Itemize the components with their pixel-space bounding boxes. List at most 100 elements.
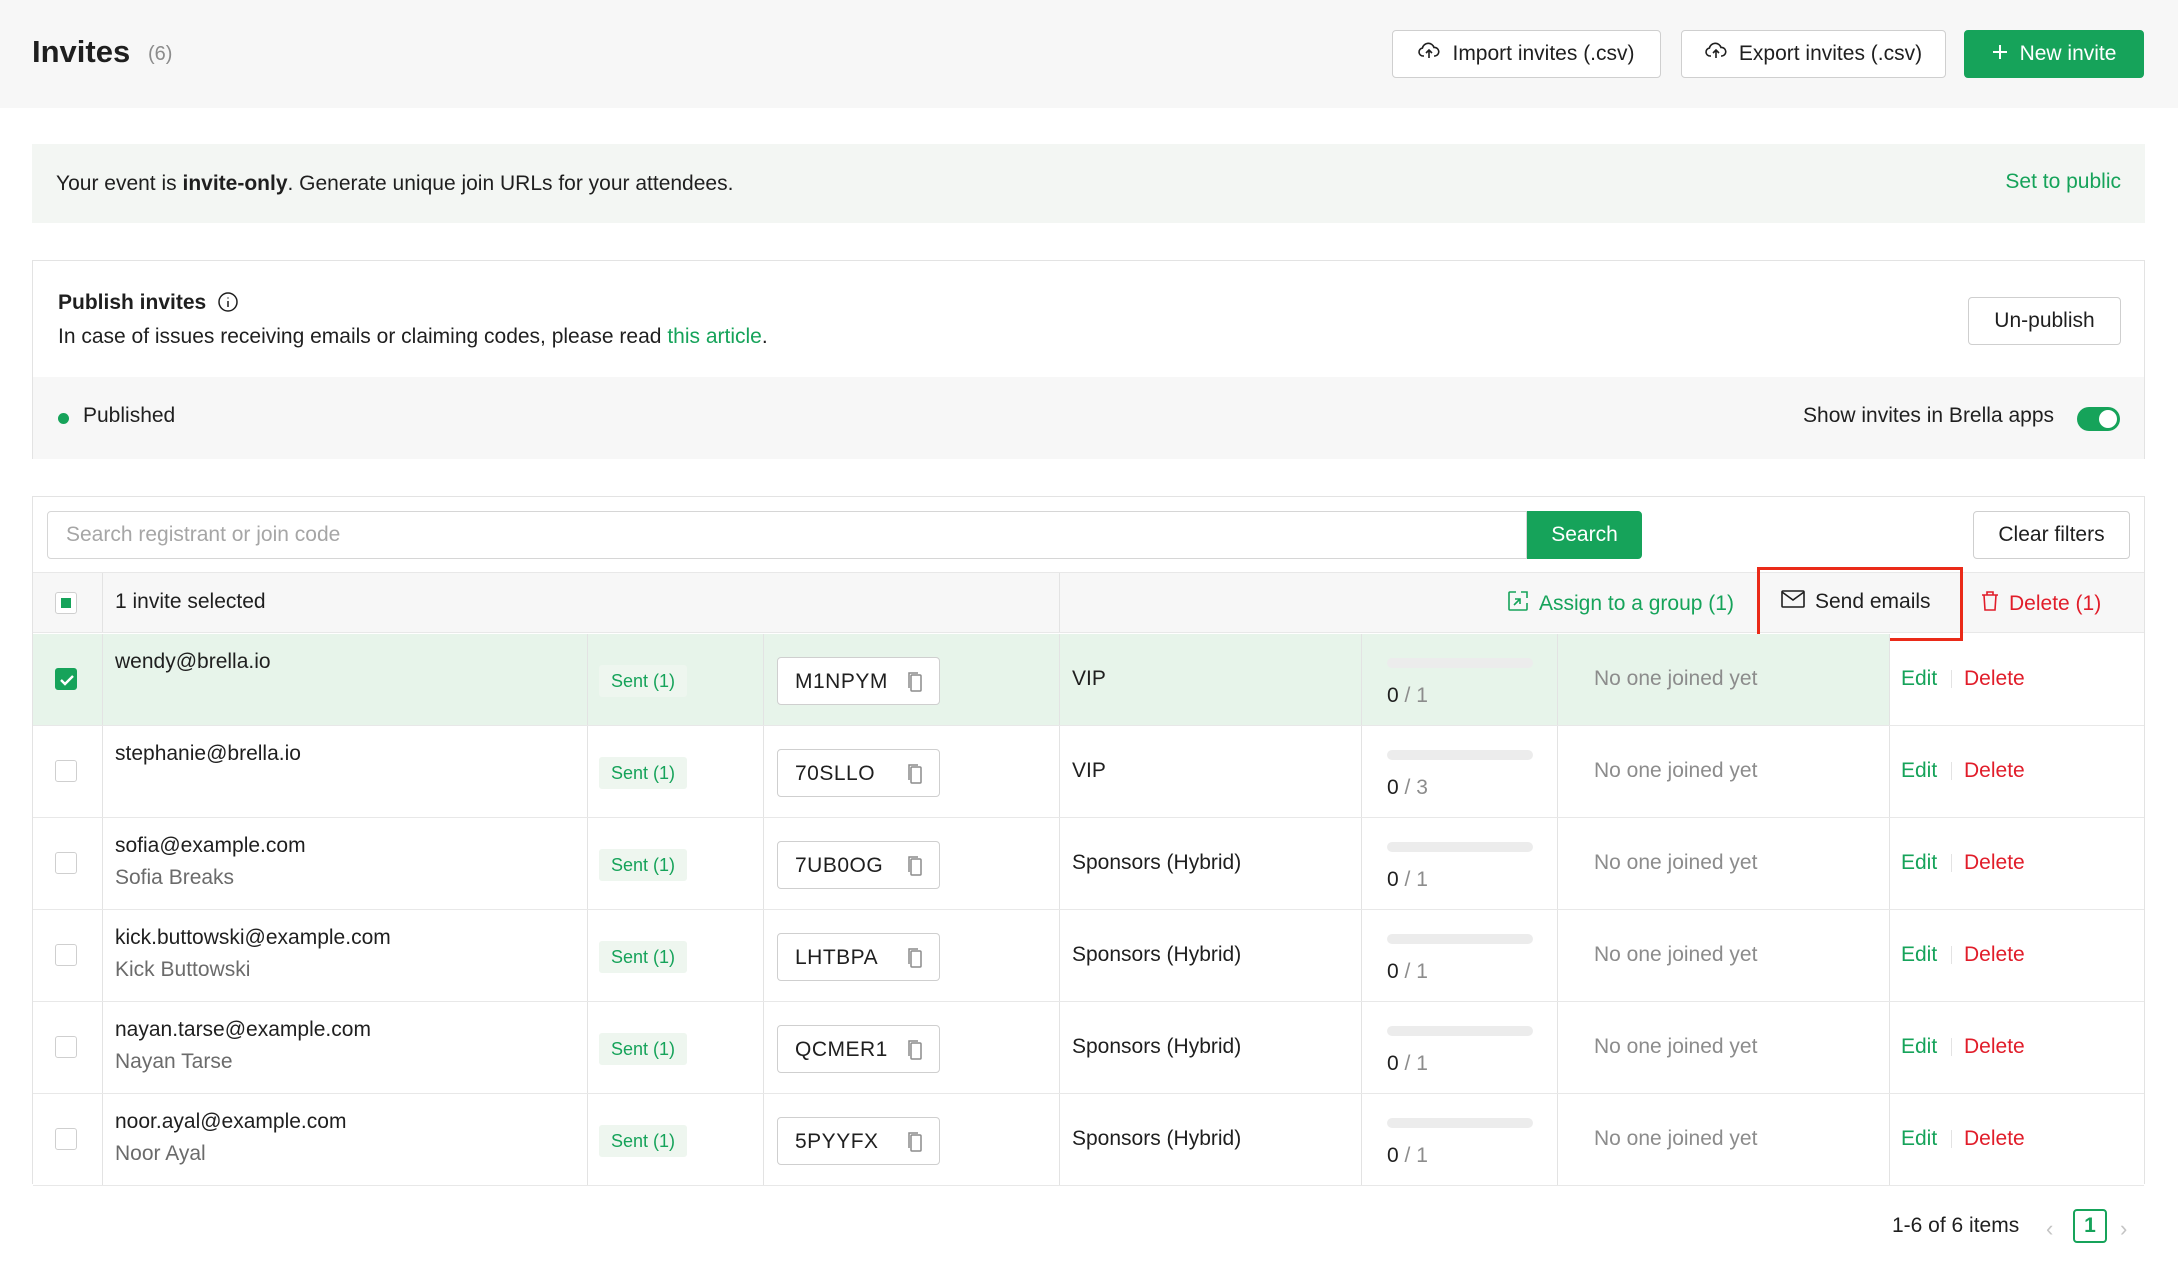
copy-icon[interactable] xyxy=(907,1039,923,1067)
check-icon xyxy=(60,675,74,686)
row-checkbox[interactable] xyxy=(55,760,77,782)
status-badge: Sent (1) xyxy=(599,1125,688,1157)
send-emails-highlight xyxy=(1757,567,1963,641)
join-code-field[interactable]: 7UB0OG xyxy=(777,841,940,889)
table-row: nayan.tarse@example.com Nayan Tarse Sent… xyxy=(33,1002,2144,1094)
page-title: Invites xyxy=(32,34,131,69)
usage-progress-bar xyxy=(1387,1118,1533,1128)
row-checkbox[interactable] xyxy=(55,668,77,690)
table-row: wendy@brella.io Sent (1) M1NPYM VIP 0 / … xyxy=(33,634,2144,726)
invites-table: Search Clear filters 1 invite selected A… xyxy=(32,496,2145,1186)
joined-status: No one joined yet xyxy=(1594,851,1758,874)
status-badge: Sent (1) xyxy=(599,941,688,973)
page-header: Invites (6) Import invites (.csv) Export… xyxy=(0,0,2178,108)
delete-link[interactable]: Delete xyxy=(1964,667,2025,691)
select-all-checkbox[interactable] xyxy=(55,592,77,614)
clear-filters-button[interactable]: Clear filters xyxy=(1973,511,2130,559)
invite-name: Nayan Tarse xyxy=(115,1050,233,1073)
publish-status-bar: Published Show invites in Brella apps xyxy=(33,377,2144,459)
edit-link[interactable]: Edit xyxy=(1901,943,1937,967)
joined-status: No one joined yet xyxy=(1594,1127,1758,1150)
row-checkbox[interactable] xyxy=(55,852,77,874)
invite-name: Sofia Breaks xyxy=(115,866,235,889)
edit-link[interactable]: Edit xyxy=(1901,759,1937,783)
invite-group: VIP xyxy=(1072,759,1106,782)
edit-link[interactable]: Edit xyxy=(1901,851,1937,875)
search-input[interactable] xyxy=(47,511,1527,559)
selection-bar: 1 invite selected Assign to a group (1) … xyxy=(33,567,2144,641)
assign-to-group-button[interactable]: Assign to a group (1) xyxy=(1507,590,1734,618)
info-icon[interactable] xyxy=(217,291,239,319)
publish-description: In case of issues receiving emails or cl… xyxy=(58,325,768,348)
invite-count: (6) xyxy=(148,43,173,65)
status-badge: Sent (1) xyxy=(599,665,688,697)
copy-icon[interactable] xyxy=(907,947,923,975)
trash-icon xyxy=(1981,590,1999,618)
table-row: sofia@example.com Sofia Breaks Sent (1) … xyxy=(33,818,2144,910)
chevron-left-icon[interactable]: ‹ xyxy=(2046,1216,2053,1242)
row-checkbox[interactable] xyxy=(55,1036,77,1058)
delete-link[interactable]: Delete xyxy=(1964,851,2025,875)
join-code: LHTBPA xyxy=(795,946,879,969)
delete-link[interactable]: Delete xyxy=(1964,1035,2025,1059)
show-in-apps-label: Show invites in Brella apps xyxy=(1803,404,2054,427)
copy-icon[interactable] xyxy=(907,671,923,699)
copy-icon[interactable] xyxy=(907,763,923,791)
join-code-field[interactable]: LHTBPA xyxy=(777,933,940,981)
invite-email: sofia@example.com xyxy=(115,834,306,857)
delete-selected-label: Delete (1) xyxy=(2009,592,2102,615)
show-in-apps-toggle[interactable] xyxy=(2077,407,2120,431)
join-code-field[interactable]: QCMER1 xyxy=(777,1025,940,1073)
usage-ratio: 0 / 1 xyxy=(1387,1052,1428,1075)
status-badge: Sent (1) xyxy=(599,1033,688,1065)
unpublish-button[interactable]: Un-publish xyxy=(1968,297,2121,345)
copy-icon[interactable] xyxy=(907,1131,923,1159)
delete-link[interactable]: Delete xyxy=(1964,759,2025,783)
publish-status: Published xyxy=(83,404,176,427)
banner-text: Your event is invite-only. Generate uniq… xyxy=(56,172,734,195)
usage-progress-bar xyxy=(1387,658,1533,668)
delete-link[interactable]: Delete xyxy=(1964,943,2025,967)
pagination-summary: 1-6 of 6 items xyxy=(1892,1214,2020,1237)
status-badge: Sent (1) xyxy=(599,757,688,789)
usage-ratio: 0 / 3 xyxy=(1387,776,1428,799)
set-to-public-link[interactable]: Set to public xyxy=(2005,170,2121,194)
invite-only-banner: Your event is invite-only. Generate uniq… xyxy=(32,144,2145,223)
cloud-upload-icon xyxy=(1418,42,1441,66)
edit-link[interactable]: Edit xyxy=(1901,1127,1937,1151)
usage-ratio: 0 / 1 xyxy=(1387,1144,1428,1167)
chevron-right-icon[interactable]: › xyxy=(2120,1216,2127,1242)
plus-icon xyxy=(1992,42,2008,66)
import-invites-label: Import invites (.csv) xyxy=(1452,42,1635,65)
edit-link[interactable]: Edit xyxy=(1901,667,1937,691)
invite-email: kick.buttowski@example.com xyxy=(115,926,391,949)
export-invites-button[interactable]: Export invites (.csv) xyxy=(1681,30,1946,78)
status-badge: Sent (1) xyxy=(599,849,688,881)
row-checkbox[interactable] xyxy=(55,1128,77,1150)
assign-label: Assign to a group (1) xyxy=(1539,592,1734,615)
usage-progress-bar xyxy=(1387,934,1533,944)
invite-group: Sponsors (Hybrid) xyxy=(1072,851,1242,874)
join-code-field[interactable]: 70SLLO xyxy=(777,749,940,797)
invite-group: VIP xyxy=(1072,667,1106,690)
join-code: 7UB0OG xyxy=(795,854,884,877)
join-code: 5PYYFX xyxy=(795,1130,879,1153)
delete-link[interactable]: Delete xyxy=(1964,1127,2025,1151)
join-code-field[interactable]: M1NPYM xyxy=(777,657,940,705)
table-row: stephanie@brella.io Sent (1) 70SLLO VIP … xyxy=(33,726,2144,818)
edit-link[interactable]: Edit xyxy=(1901,1035,1937,1059)
import-invites-button[interactable]: Import invites (.csv) xyxy=(1392,30,1661,78)
usage-progress-bar xyxy=(1387,1026,1533,1036)
search-button[interactable]: Search xyxy=(1527,511,1642,559)
row-checkbox[interactable] xyxy=(55,944,77,966)
table-row: noor.ayal@example.com Noor Ayal Sent (1)… xyxy=(33,1094,2144,1186)
this-article-link[interactable]: this article xyxy=(667,325,762,348)
invite-email: wendy@brella.io xyxy=(115,650,271,673)
delete-selected-button[interactable]: Delete (1) xyxy=(1981,590,2101,618)
join-code: QCMER1 xyxy=(795,1038,888,1061)
page-1-button[interactable]: 1 xyxy=(2073,1209,2107,1243)
join-code-field[interactable]: 5PYYFX xyxy=(777,1117,940,1165)
selection-count: 1 invite selected xyxy=(115,590,266,613)
new-invite-button[interactable]: New invite xyxy=(1964,30,2144,78)
copy-icon[interactable] xyxy=(907,855,923,883)
